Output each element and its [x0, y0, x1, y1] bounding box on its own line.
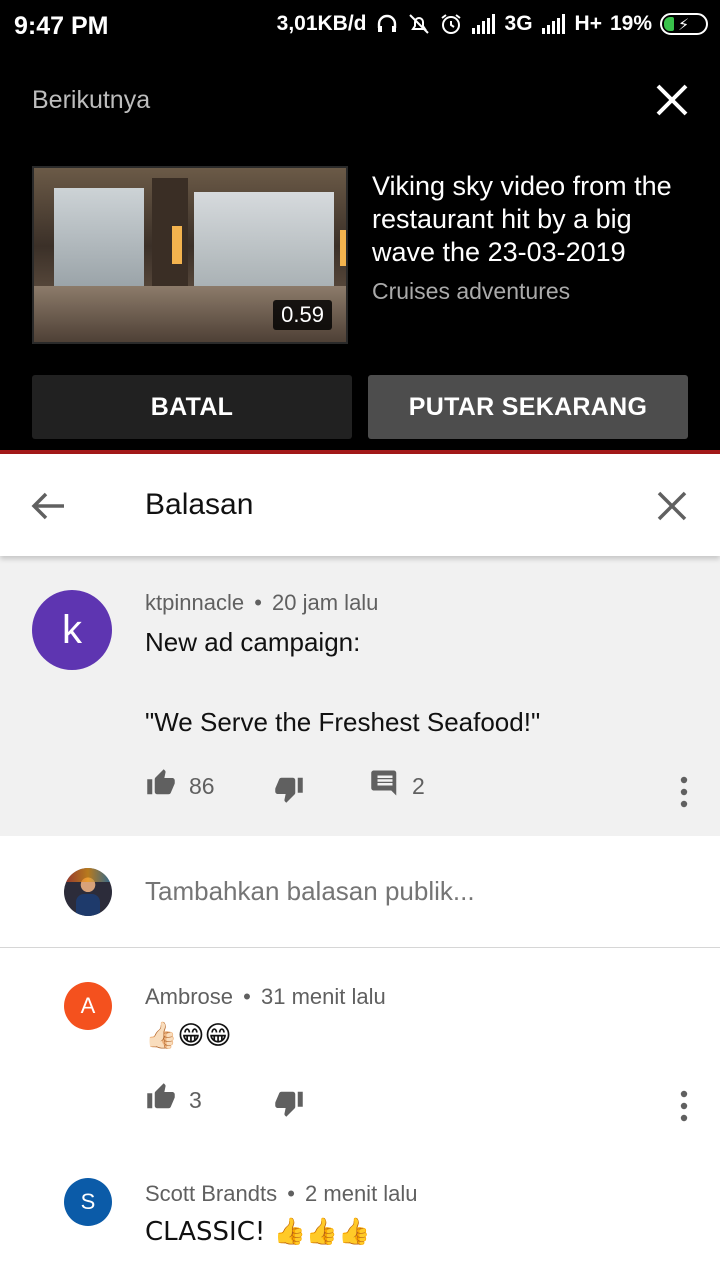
comment-author[interactable]: ktpinnacle — [145, 590, 244, 615]
close-icon[interactable] — [650, 78, 694, 122]
signal-icon — [541, 14, 567, 34]
avatar[interactable]: S — [64, 1178, 112, 1226]
network-speed: 3,01KB/d — [276, 12, 367, 35]
reply-input[interactable] — [145, 876, 665, 907]
up-next-panel: Berikutnya 0.59 Viking sky video from th… — [0, 52, 720, 452]
avatar[interactable]: k — [32, 590, 112, 670]
up-next-channel: Cruises adventures — [372, 278, 571, 304]
reply-count-button[interactable]: 2 — [370, 768, 425, 804]
thumbs-up-icon — [145, 1082, 177, 1118]
video-duration: 0.59 — [273, 300, 332, 330]
dislike-button[interactable] — [273, 774, 305, 810]
comment-text: CLASSIC! 👍👍👍 — [145, 1217, 371, 1247]
comment-meta: Scott Brandts • 2 menit lalu — [145, 1181, 418, 1206]
dislike-button[interactable] — [273, 1088, 305, 1124]
comment-meta: ktpinnacle • 20 jam lalu — [145, 590, 379, 615]
network-type-1: 3G — [504, 12, 533, 35]
signal-icon — [471, 14, 497, 34]
headset-icon — [375, 12, 399, 36]
like-count: 3 — [189, 1086, 202, 1113]
battery-percent: 19% — [609, 12, 652, 35]
up-next-label: Berikutnya — [32, 86, 151, 114]
network-type-2: H+ — [574, 12, 602, 35]
back-arrow-icon[interactable] — [26, 484, 70, 528]
play-now-button[interactable]: PUTAR SEKARANG — [368, 375, 688, 439]
close-icon[interactable] — [650, 484, 694, 528]
comment-meta: Ambrose • 31 menit lalu — [145, 984, 386, 1009]
up-next-video-title[interactable]: Viking sky video from the restaurant hit… — [372, 170, 702, 269]
avatar — [64, 868, 112, 916]
status-time: 9:47 PM — [14, 12, 109, 40]
page-title: Balasan — [145, 488, 254, 521]
more-options-icon[interactable] — [678, 1088, 690, 1124]
comment-author[interactable]: Ambrose — [145, 984, 233, 1009]
comment-text: 👍🏻😁😁 — [145, 1021, 232, 1051]
thumbs-up-icon — [145, 768, 177, 804]
like-count: 86 — [189, 772, 215, 799]
comment-time: 20 jam lalu — [272, 590, 379, 615]
comment-icon — [370, 768, 400, 804]
battery-charging-icon: ⚡ — [660, 13, 708, 35]
comment-text: New ad campaign: "We Serve the Freshest … — [145, 627, 541, 737]
cancel-button[interactable]: BATAL — [32, 375, 352, 439]
like-button[interactable]: 86 — [145, 768, 215, 804]
bell-off-icon — [407, 12, 431, 36]
like-button[interactable]: 3 — [145, 1082, 202, 1118]
status-bar: 9:47 PM 3,01KB/d 3G H+ 19% ⚡ — [0, 0, 720, 52]
more-options-icon[interactable] — [678, 774, 690, 810]
alarm-icon — [439, 12, 463, 36]
status-icons: 3,01KB/d 3G H+ 19% ⚡ — [277, 12, 708, 36]
comment-time: 31 menit lalu — [261, 984, 386, 1009]
replies-header: Balasan — [0, 454, 720, 556]
comment-author[interactable]: Scott Brandts — [145, 1181, 277, 1206]
main-comment: k ktpinnacle • 20 jam lalu New ad campai… — [0, 556, 720, 836]
reply-count: 2 — [412, 772, 425, 799]
comment-time: 2 menit lalu — [305, 1181, 418, 1206]
thumbs-down-icon — [273, 774, 305, 810]
reply-input-row — [0, 836, 720, 948]
thumbs-down-icon — [273, 1088, 305, 1124]
video-thumbnail[interactable]: 0.59 — [32, 166, 348, 344]
avatar[interactable]: A — [64, 982, 112, 1030]
